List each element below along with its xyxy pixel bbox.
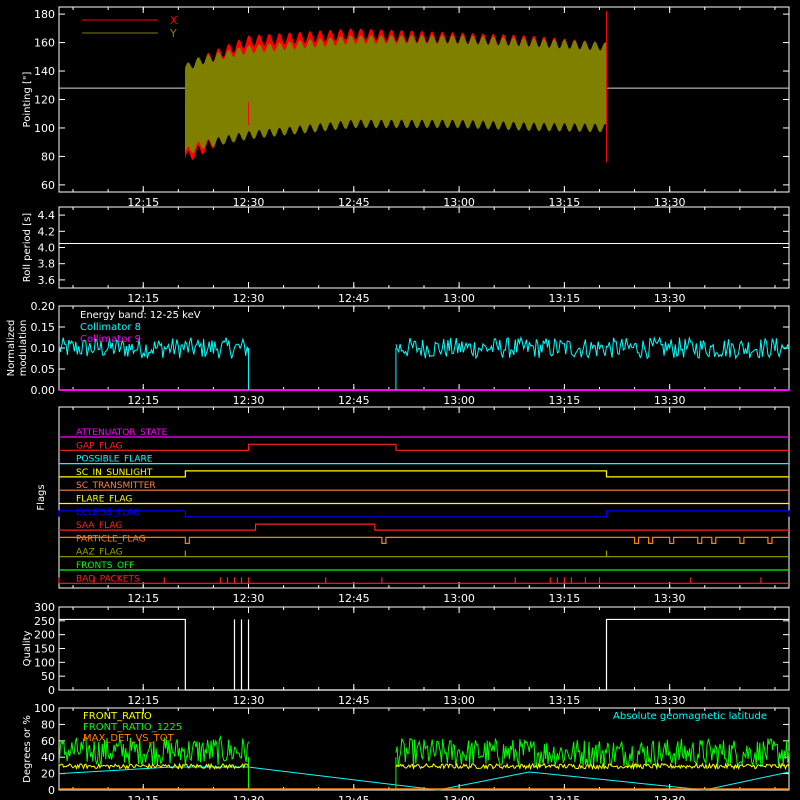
y-tick-label: 0.20 (31, 300, 56, 313)
x-tick-label: 13:00 (443, 592, 475, 605)
y-tick-label: 40 (41, 751, 55, 764)
x-tick-label: 12:45 (338, 394, 370, 407)
y-axis-label: Flags (36, 484, 47, 510)
x-tick-label: 13:00 (443, 394, 475, 407)
x-tick-label: 12:45 (338, 292, 370, 305)
y-tick-label: 20 (41, 768, 55, 781)
y-tick-label: 3.6 (38, 274, 56, 287)
y-tick-label: 3.8 (38, 258, 56, 271)
y-tick-label: 150 (34, 643, 55, 656)
x-tick-label: 12:15 (127, 394, 159, 407)
x-tick-label: 12:45 (338, 592, 370, 605)
x-tick-label: 12:30 (233, 592, 265, 605)
y-tick-label: 80 (41, 718, 55, 731)
y-tick-label: 0.10 (31, 342, 56, 355)
y-tick-label: 0.15 (31, 321, 56, 334)
flag-saa-flag-trace (59, 523, 789, 531)
plot-frame (58, 206, 790, 289)
flag-eclipse-flag-label: ECLIPSE_FLAG (76, 508, 140, 518)
y-tick-label: 60 (41, 735, 55, 748)
x-tick-label: 13:15 (549, 394, 581, 407)
x-tick-label: 13:30 (654, 694, 686, 707)
x-tick-label: 12:45 (338, 794, 370, 800)
plot-canvas: 12:15 12:30 12:45 13:00 13:15 13:30 60 80 100 120… (6, 6, 790, 800)
legend-front-ratio: FRONT_RATIO (83, 711, 152, 722)
legend-collimator-8: Collimator 8 (80, 322, 141, 333)
legend-label-x: X (170, 14, 178, 27)
y-axis-label: modulation (18, 320, 29, 377)
annotation-energy-band: Energy band: 12-25 keV (80, 310, 201, 321)
series-y-band (185, 35, 607, 153)
y-tick-label: 4.4 (38, 209, 56, 222)
x-tick-label: 13:00 (443, 694, 475, 707)
series-front-ratio (395, 761, 790, 771)
y-tick-label: 60 (41, 179, 55, 192)
panel-3: 12:15 12:30 12:45 13:00 13:15 13:30 0.00 0.05 0.… (6, 300, 790, 407)
y-tick-label: 0.00 (31, 384, 56, 397)
x-tick-label: 12:45 (338, 694, 370, 707)
y-tick-label: 80 (41, 150, 55, 163)
y-tick-label: 200 (34, 629, 55, 642)
legend-geomagnetic-latitude: Absolute geomagnetic latitude (613, 711, 767, 722)
x-tick-label: 13:00 (443, 292, 475, 305)
y-axis-label: Normalized (6, 320, 17, 377)
flag-sc-in-sunlight-trace (59, 470, 789, 478)
legend-collimator-9: Collimator 9 (80, 334, 141, 345)
panel-5: 12:15 12:30 12:45 13:00 13:15 13:300501001502… (22, 601, 790, 707)
series-geomagnetic-latitude (58, 766, 790, 791)
y-tick-label: 100 (34, 702, 55, 715)
x-tick-label: 12:15 (127, 292, 159, 305)
y-tick-label: 120 (34, 94, 55, 107)
x-tick-label: 13:15 (549, 592, 581, 605)
x-tick-label: 12:30 (233, 694, 265, 707)
series-front-ratio-1225 (395, 737, 790, 769)
y-tick-label: 0.05 (31, 363, 56, 376)
y-tick-label: 4.2 (38, 225, 56, 238)
x-tick-label: 13:30 (654, 292, 686, 305)
y-axis-label: Pointing ["] (22, 71, 33, 127)
legend-label-y: Y (169, 27, 177, 40)
series-collimator-8 (395, 335, 790, 360)
flag-particle-flag-trace (59, 536, 789, 544)
x-tick-label: 12:30 (233, 394, 265, 407)
y-tick-label: 50 (41, 670, 55, 683)
y-axis-label: Quality (22, 631, 33, 667)
x-tick-label: 12:15 (127, 694, 159, 707)
y-tick-label: 160 (34, 37, 55, 50)
panel-1: 12:15 12:30 12:45 13:00 13:15 13:306080100120… (22, 6, 790, 209)
y-tick-label: 100 (34, 656, 55, 669)
y-tick-label: 0 (48, 784, 55, 797)
flag-eclipse-flag-trace (58, 510, 790, 518)
legend-max-det-vs-tot: MAX_DET_VS_TOT (83, 733, 175, 744)
plot-frame (58, 406, 790, 589)
panel-6: 12:15 12:30 12:45 13:00 13:15 13:30 0 20 40 60 80 1… (22, 702, 790, 800)
y-tick-label: 140 (34, 65, 55, 78)
x-tick-label: 12:15 (127, 794, 159, 800)
x-tick-label: 13:15 (549, 794, 581, 800)
x-tick-label: 13:30 (654, 394, 686, 407)
x-tick-label: 13:15 (549, 694, 581, 707)
legend-front-ratio-1225: FRONT_RATIO_1225 (83, 722, 182, 733)
y-axis-label: Degrees or % (22, 715, 33, 783)
y-tick-label: 300 (34, 601, 55, 614)
y-tick-label: 0 (48, 684, 55, 697)
y-axis-label: Roll period [s] (22, 213, 33, 282)
quality-trace (59, 618, 789, 691)
flag-particle-flag-label: PARTICLE_FLAG (76, 534, 146, 544)
x-tick-label: 13:15 (549, 292, 581, 305)
x-tick-label: 13:30 (654, 592, 686, 605)
y-tick-label: 4.0 (38, 242, 56, 255)
x-tick-label: 12:30 (233, 292, 265, 305)
x-tick-label: 12:15 (127, 592, 159, 605)
x-tick-label: 13:00 (443, 794, 475, 800)
y-tick-label: 180 (34, 8, 55, 21)
x-tick-label: 12:30 (233, 794, 265, 800)
flag-gap-flag-trace (59, 443, 789, 451)
x-tick-label: 13:30 (654, 794, 686, 800)
panel-2: 12:15 12:30 12:45 13:00 13:15 13:30 3.6 3.8 4.0 4… (22, 206, 790, 305)
y-tick-label: 100 (34, 122, 55, 135)
panel-4: 12:15 12:30 12:45 13:00 13:15 13:30FlagsATTEN… (36, 406, 790, 605)
y-tick-label: 250 (34, 615, 55, 628)
